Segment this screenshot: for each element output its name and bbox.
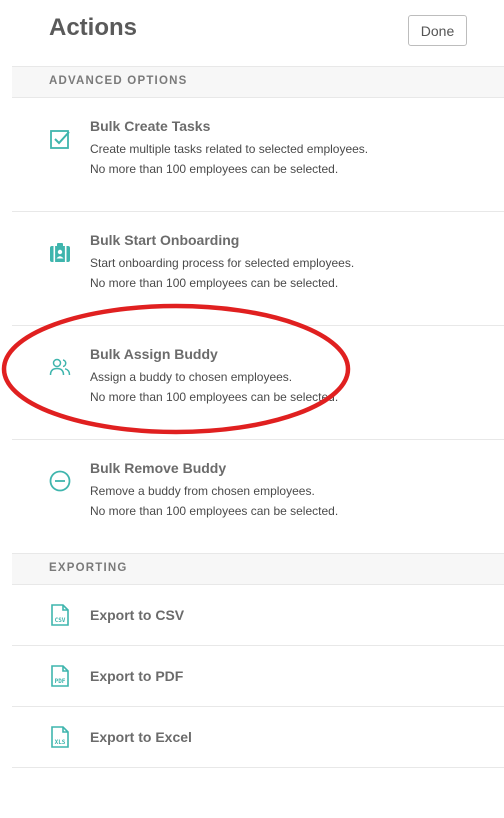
action-title: Bulk Start Onboarding — [90, 232, 240, 248]
export-csv[interactable]: CSV Export to CSV — [12, 585, 504, 646]
pdf-file-icon: PDF — [51, 665, 69, 687]
onboarding-icon — [50, 243, 70, 262]
done-button[interactable]: Done — [408, 15, 467, 46]
actions-header: Actions Done — [0, 0, 504, 66]
export-pdf[interactable]: PDF Export to PDF — [12, 646, 504, 707]
action-bulk-create-tasks[interactable]: Bulk Create Tasks Create multiple tasks … — [12, 98, 504, 212]
xls-file-icon: XLS — [51, 726, 69, 748]
minus-circle-icon — [49, 470, 71, 492]
action-description: Assign a buddy to chosen employees. No m… — [90, 370, 339, 404]
action-bulk-assign-buddy[interactable]: Bulk Assign Buddy Assign a buddy to chos… — [12, 326, 504, 440]
csv-file-icon: CSV — [51, 604, 69, 626]
action-description: Remove a buddy from chosen employees. No… — [90, 484, 339, 518]
action-description: Create multiple tasks related to selecte… — [90, 142, 369, 176]
action-title: Bulk Create Tasks — [90, 118, 211, 134]
section-header-exporting: EXPORTING — [12, 553, 504, 585]
section-header-advanced: ADVANCED OPTIONS — [12, 66, 504, 98]
users-icon — [49, 358, 71, 376]
svg-text:PDF: PDF — [55, 678, 66, 685]
svg-text:CSV: CSV — [55, 617, 66, 624]
svg-text:XLS: XLS — [55, 739, 66, 746]
export-excel[interactable]: XLS Export to Excel — [12, 707, 504, 768]
section-heading: EXPORTING — [49, 562, 128, 574]
action-title: Export to Excel — [90, 729, 192, 745]
checkbox-icon — [50, 130, 70, 149]
section-heading: ADVANCED OPTIONS — [49, 75, 188, 87]
action-bulk-remove-buddy[interactable]: Bulk Remove Buddy Remove a buddy from ch… — [12, 440, 504, 554]
action-description: Start onboarding process for selected em… — [90, 256, 355, 290]
action-title: Export to CSV — [90, 607, 185, 623]
action-bulk-start-onboarding[interactable]: Bulk Start Onboarding Start onboarding p… — [12, 212, 504, 326]
action-title: Bulk Assign Buddy — [90, 346, 218, 362]
action-title: Export to PDF — [90, 668, 184, 684]
action-title: Bulk Remove Buddy — [90, 460, 227, 476]
page-title: Actions — [49, 14, 138, 41]
